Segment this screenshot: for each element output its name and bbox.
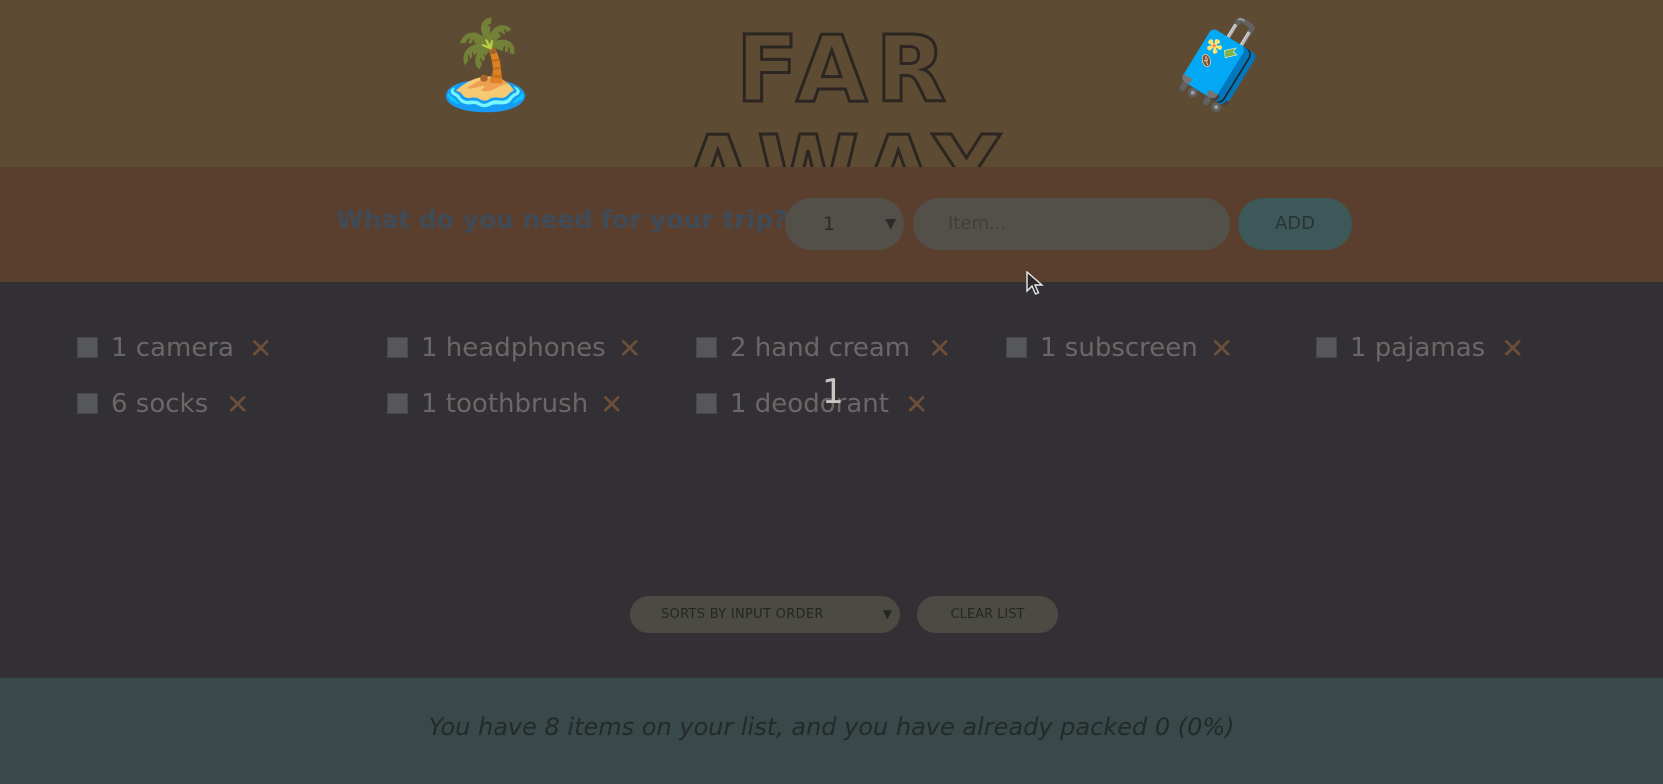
sort-select[interactable]: SORTS BY INPUT ORDER ▼ [630, 596, 900, 633]
delete-icon[interactable]: ✕ [905, 386, 928, 424]
delete-icon[interactable]: ✕ [1501, 330, 1524, 368]
app-header: 🏝️ FAR AWAY 🧳 [0, 0, 1663, 221]
item-label: 1 headphones [421, 333, 606, 363]
delete-icon[interactable]: ✕ [226, 386, 249, 424]
mouse-cursor-icon [1026, 271, 1044, 295]
item-label: 6 socks [111, 389, 209, 419]
item-label: 1 toothbrush [421, 389, 589, 419]
packed-checkbox[interactable] [387, 393, 408, 414]
packed-checkbox[interactable] [1316, 337, 1337, 358]
palm-island-icon: 🏝️ [432, 15, 540, 115]
sort-value: SORTS BY INPUT ORDER [661, 607, 824, 622]
packed-checkbox[interactable] [696, 393, 717, 414]
add-button[interactable]: ADD [1238, 198, 1352, 250]
app-title: FAR AWAY [681, 16, 1001, 221]
delete-icon[interactable]: ✕ [249, 330, 272, 368]
item-placeholder: Item... [948, 213, 1007, 234]
delete-icon[interactable]: ✕ [618, 330, 641, 368]
clear-list-button[interactable]: CLEAR LIST [917, 596, 1058, 633]
item-input[interactable]: Item... [913, 198, 1230, 250]
item-label: 2 hand cream [730, 333, 911, 363]
stats-text: You have 8 items on your list, and you h… [428, 713, 1235, 741]
chevron-down-icon: ▼ [882, 607, 892, 621]
quantity-value: 1 [823, 213, 836, 235]
form-question: What do you need for your trip? [336, 205, 788, 234]
item-label: 1 pajamas [1350, 333, 1486, 363]
delete-icon[interactable]: ✕ [1210, 330, 1233, 368]
chevron-down-icon: ▼ [885, 216, 896, 232]
item-label: 1 subscreen [1040, 333, 1198, 363]
delete-icon[interactable]: ✕ [928, 330, 951, 368]
packed-checkbox[interactable] [77, 393, 98, 414]
suitcase-icon: 🧳 [1167, 15, 1275, 115]
packed-checkbox[interactable] [387, 337, 408, 358]
packed-checkbox[interactable] [696, 337, 717, 358]
item-label: 1 camera [111, 333, 234, 363]
item-label: 1 deodorant [730, 389, 889, 419]
packed-checkbox[interactable] [77, 337, 98, 358]
delete-icon[interactable]: ✕ [600, 386, 623, 424]
stats-footer: You have 8 items on your list, and you h… [0, 677, 1663, 784]
packed-checkbox[interactable] [1006, 337, 1027, 358]
overlay-number: 1 [822, 372, 844, 412]
quantity-select[interactable]: 1 ▼ [785, 198, 904, 250]
